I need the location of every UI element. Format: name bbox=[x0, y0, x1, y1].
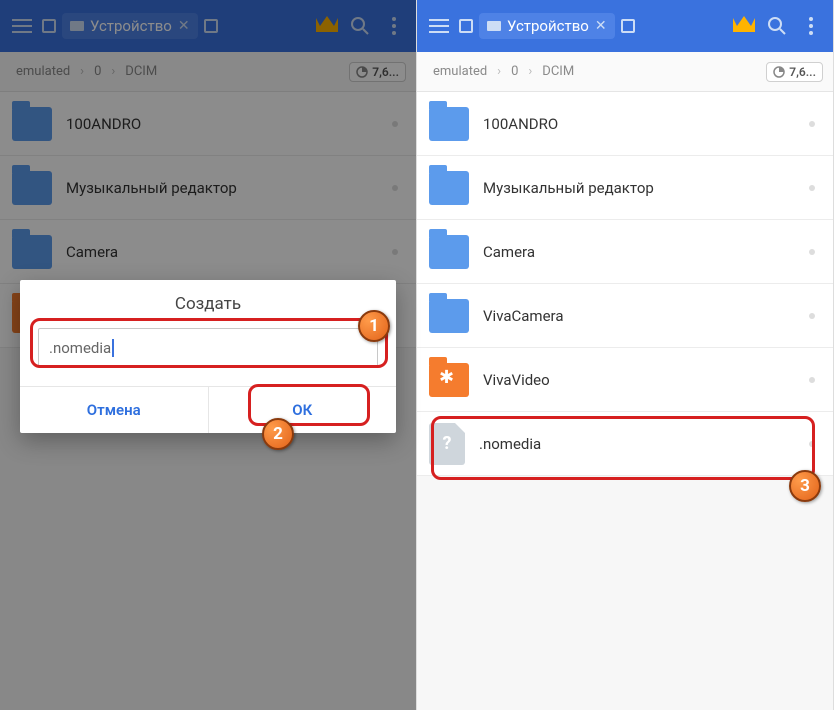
tab-label: Устройство bbox=[507, 17, 589, 35]
window-icon[interactable] bbox=[459, 19, 473, 33]
item-menu-icon[interactable] bbox=[392, 185, 398, 191]
create-dialog: Создать .nomedia Отмена ОК bbox=[20, 280, 396, 433]
folder-icon bbox=[12, 235, 52, 269]
item-menu-icon[interactable] bbox=[809, 377, 815, 383]
item-title: 100ANDRO bbox=[66, 115, 141, 133]
item-title: 100ANDRO bbox=[483, 115, 558, 133]
file-list: 100ANDRO Музыкальный редактор Camera Viv… bbox=[417, 92, 833, 476]
list-item-nomedia[interactable]: ? .nomedia bbox=[417, 412, 833, 476]
device-tab[interactable]: Устройство ✕ bbox=[62, 13, 198, 39]
close-tab-icon[interactable]: ✕ bbox=[595, 18, 607, 34]
folder-icon bbox=[12, 107, 52, 141]
window-icon[interactable] bbox=[621, 19, 635, 33]
list-item[interactable]: Camera bbox=[0, 220, 416, 284]
crumb[interactable]: 0 bbox=[505, 64, 524, 79]
callout-badge: 1 bbox=[358, 310, 390, 342]
dialog-title: Создать bbox=[20, 294, 396, 314]
callout-badge: 2 bbox=[262, 418, 294, 450]
item-title: Музыкальный редактор bbox=[483, 179, 654, 197]
folder-icon bbox=[429, 107, 469, 141]
hamburger-icon[interactable] bbox=[8, 12, 36, 40]
folder-icon bbox=[429, 299, 469, 333]
item-menu-icon[interactable] bbox=[392, 121, 398, 127]
item-menu-icon[interactable] bbox=[809, 441, 815, 447]
callout-badge: 3 bbox=[789, 470, 821, 502]
chevron-right-icon: › bbox=[111, 64, 115, 79]
storage-button[interactable]: 7,6... bbox=[349, 62, 406, 82]
item-menu-icon[interactable] bbox=[809, 313, 815, 319]
crumb[interactable]: emulated bbox=[10, 64, 76, 79]
topbar: Устройство ✕ bbox=[417, 0, 833, 52]
list-item[interactable]: VivaVideo bbox=[417, 348, 833, 412]
item-menu-icon[interactable] bbox=[809, 185, 815, 191]
crown-icon[interactable] bbox=[731, 14, 757, 38]
more-icon[interactable] bbox=[380, 12, 408, 40]
ok-button[interactable]: ОК bbox=[208, 387, 397, 433]
chevron-right-icon: › bbox=[528, 64, 532, 79]
item-title: .nomedia bbox=[479, 435, 541, 453]
item-menu-icon[interactable] bbox=[392, 249, 398, 255]
list-item[interactable]: Музыкальный редактор bbox=[0, 156, 416, 220]
list-item[interactable]: VivaCamera bbox=[417, 284, 833, 348]
input-value: .nomedia bbox=[49, 339, 111, 357]
chevron-right-icon: › bbox=[497, 64, 501, 79]
more-icon[interactable] bbox=[797, 12, 825, 40]
phone-right: Устройство ✕ emulated › 0 › DCIM 7,6... … bbox=[417, 0, 834, 710]
window-icon[interactable] bbox=[42, 19, 56, 33]
device-tab[interactable]: Устройство ✕ bbox=[479, 13, 615, 39]
filename-input[interactable]: .nomedia bbox=[38, 328, 378, 368]
folder-icon bbox=[429, 363, 469, 397]
dialog-actions: Отмена ОК bbox=[20, 386, 396, 433]
storage-label: 7,6... bbox=[372, 65, 399, 79]
topbar: Устройство ✕ bbox=[0, 0, 416, 52]
file-unknown-icon: ? bbox=[429, 423, 465, 465]
breadcrumb: emulated › 0 › DCIM 7,6... bbox=[417, 52, 833, 92]
window-icon[interactable] bbox=[204, 19, 218, 33]
item-menu-icon[interactable] bbox=[809, 121, 815, 127]
hamburger-icon[interactable] bbox=[425, 12, 453, 40]
item-title: VivaCamera bbox=[483, 307, 564, 325]
item-title: Camera bbox=[483, 243, 535, 261]
phone-left: Устройство ✕ emulated › 0 › DCIM 7,6... … bbox=[0, 0, 417, 710]
close-tab-icon[interactable]: ✕ bbox=[178, 18, 190, 34]
list-item[interactable]: Camera bbox=[417, 220, 833, 284]
storage-button[interactable]: 7,6... bbox=[766, 62, 823, 82]
search-icon[interactable] bbox=[763, 12, 791, 40]
item-title: Camera bbox=[66, 243, 118, 261]
storage-label: 7,6... bbox=[789, 65, 816, 79]
crumb[interactable]: DCIM bbox=[119, 64, 163, 79]
list-item[interactable]: 100ANDRO bbox=[0, 92, 416, 156]
crumb[interactable]: DCIM bbox=[536, 64, 580, 79]
cancel-button[interactable]: Отмена bbox=[20, 387, 208, 433]
item-title: VivaVideo bbox=[483, 371, 550, 389]
folder-icon bbox=[429, 235, 469, 269]
crumb[interactable]: emulated bbox=[427, 64, 493, 79]
item-menu-icon[interactable] bbox=[809, 249, 815, 255]
text-cursor bbox=[112, 339, 114, 357]
crumb[interactable]: 0 bbox=[88, 64, 107, 79]
item-title: Музыкальный редактор bbox=[66, 179, 237, 197]
crown-icon[interactable] bbox=[314, 14, 340, 38]
folder-icon bbox=[429, 171, 469, 205]
folder-icon bbox=[12, 171, 52, 205]
chevron-right-icon: › bbox=[80, 64, 84, 79]
breadcrumb: emulated › 0 › DCIM 7,6... bbox=[0, 52, 416, 92]
list-item[interactable]: 100ANDRO bbox=[417, 92, 833, 156]
list-item[interactable]: Музыкальный редактор bbox=[417, 156, 833, 220]
tab-label: Устройство bbox=[90, 17, 172, 35]
search-icon[interactable] bbox=[346, 12, 374, 40]
